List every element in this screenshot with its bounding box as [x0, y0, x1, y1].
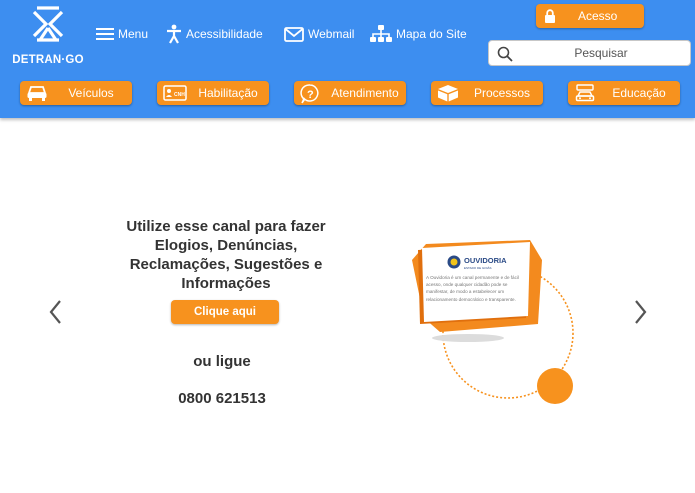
ouvidoria-text: A Ouvidoria é um canal permanente e de f…	[426, 275, 519, 302]
mail-icon	[284, 26, 304, 42]
category-label: Veículos	[68, 86, 114, 100]
category-label: Atendimento	[331, 86, 399, 100]
webmail-label: Webmail	[308, 27, 355, 41]
acesso-button[interactable]: Acesso	[536, 4, 644, 28]
mapa-label: Mapa do Site	[396, 27, 467, 41]
acesso-label: Acesso	[578, 9, 618, 23]
ouvidoria-subtitle: ESTADO DE GOIÁS	[464, 266, 491, 270]
accessibility-icon	[167, 24, 181, 44]
or-call-text: ou ligue	[193, 353, 251, 370]
category-processos-button[interactable]: Processos	[431, 81, 543, 105]
ouvidoria-title: OUVIDORIA	[464, 256, 507, 265]
phone-number: 0800 621513	[178, 390, 266, 407]
search-box[interactable]	[488, 40, 691, 66]
detran-logo[interactable]: DETRAN·GO	[6, 4, 90, 66]
category-label: Habilitação	[198, 86, 258, 100]
menu-label: Menu	[118, 27, 149, 41]
search-icon[interactable]	[497, 46, 513, 62]
brand-name: DETRAN·GO	[12, 54, 84, 66]
clique-aqui-button[interactable]: Clique aqui	[171, 300, 279, 324]
site-header: DETRAN·GO Menu Acessibilidade Webmail Ma…	[0, 0, 695, 118]
lock-icon	[545, 9, 555, 23]
webmail-link[interactable]: Webmail	[284, 22, 354, 46]
category-veiculos-button[interactable]: Veículos	[20, 81, 132, 105]
sitemap-icon	[370, 25, 392, 42]
search-input[interactable]	[521, 44, 681, 62]
question-bubble-icon: ?	[300, 84, 319, 104]
cnh-card-icon: CNH	[163, 85, 187, 101]
mapa-do-site-link[interactable]: Mapa do Site	[370, 22, 467, 46]
box-icon	[438, 85, 458, 102]
menu-button[interactable]: Menu	[96, 22, 148, 46]
category-label: Processos	[473, 86, 531, 100]
car-sign-icon	[575, 84, 595, 102]
category-atendimento-button[interactable]: ? Atendimento	[294, 81, 406, 105]
svg-text:CNH: CNH	[174, 92, 185, 98]
carousel-headline: Utilize esse canal para fazer Elogios, D…	[126, 218, 326, 292]
car-icon	[27, 86, 47, 101]
category-educacao-button[interactable]: Educação	[568, 81, 680, 105]
ouvidoria-illustration: OUVIDORIA ESTADO DE GOIÁS A Ouvidoria é …	[412, 240, 574, 404]
acessibilidade-link[interactable]: Acessibilidade	[166, 22, 263, 46]
category-habilitacao-button[interactable]: CNH Habilitação	[157, 81, 269, 105]
svg-text:?: ?	[307, 89, 314, 101]
hamburger-icon	[96, 28, 114, 40]
carousel-prev-icon[interactable]	[46, 298, 66, 326]
acessibilidade-label: Acessibilidade	[186, 27, 263, 41]
carousel-next-icon[interactable]	[630, 298, 650, 326]
category-label: Educação	[612, 86, 666, 100]
detran-logo-mark-icon	[32, 6, 64, 42]
